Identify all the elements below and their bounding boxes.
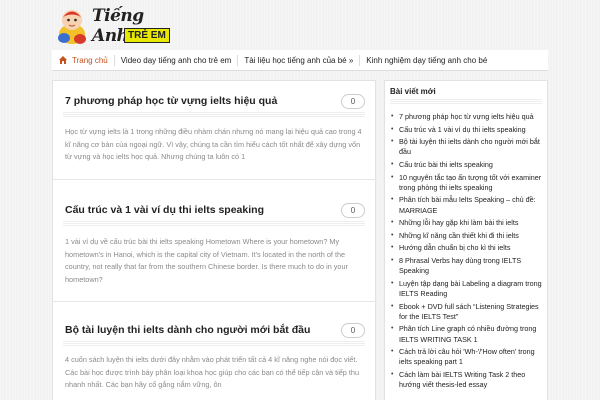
post-excerpt: Học từ vựng ielts là 1 trong những điều … [65,127,362,161]
widget-divider [390,99,542,104]
nav-materials[interactable]: Tài liệu học tiếng anh của bé » [238,50,359,70]
post-title[interactable]: Cấu trúc và 1 vài ví dụ thi ielts speaki… [65,204,264,216]
post-separator [53,179,377,180]
post-divider [63,111,365,117]
post-divider [63,340,365,346]
home-icon [59,56,67,64]
nav-video[interactable]: Video dạy tiếng anh cho trẻ em [115,50,238,70]
main-navigation: Trang chủ Video dạy tiếng anh cho trẻ em… [52,50,548,71]
comment-count-badge[interactable]: 0 [341,323,365,338]
recent-post-link[interactable]: Những lỗi hay gặp khi làm bài thi ielts [391,218,545,228]
comment-count-badge[interactable]: 0 [341,94,365,109]
post-divider [63,220,365,226]
recent-post-link[interactable]: Cách trả lời câu hỏi 'Wh-'/'How often' t… [391,347,545,367]
recent-post-link[interactable]: Luyện tập dạng bài Labeling a diagram tr… [391,279,545,299]
nav-home-label: Trang chủ [72,55,108,65]
recent-post-link[interactable]: Cấu trúc bài thi ielts speaking [391,160,545,170]
post-excerpt: 1 vài ví dụ về cấu trúc bài thi ielts sp… [65,237,348,284]
nav-home[interactable]: Trang chủ [52,50,114,70]
recent-post-link[interactable]: Ebook + DVD full sách “Listening Strateg… [391,302,545,322]
nav-materials-label: Tài liệu học tiếng anh của bé » [244,55,354,65]
post-title[interactable]: 7 phương pháp học từ vựng ielts hiệu quả [65,95,277,107]
sidebar-recent-posts: Bài viết mới 7 phương pháp học từ vựng i… [384,80,548,400]
site-logo[interactable]: Tiếng Anh TRẺ EM [52,4,182,46]
recent-post-link[interactable]: Cấu trúc và 1 vài ví dụ thi ielts speaki… [391,125,545,135]
post-separator [53,301,377,302]
post-excerpt: 4 cuốn sách luyện thi ielts dưới đây nhằ… [65,355,360,389]
comment-count-badge[interactable]: 0 [341,203,365,218]
recent-post-link[interactable]: 8 Phrasal Verbs hay dùng trong IELTS Spe… [391,256,545,276]
baby-mascot-icon [58,10,86,44]
widget-title: Bài viết mới [390,87,436,96]
recent-post-link[interactable]: 7 phương pháp học từ vựng ielts hiệu quả [391,112,545,122]
nav-experience[interactable]: Kinh nghiệm dạy tiếng anh cho bé [360,50,493,70]
logo-badge: TRẺ EM [124,28,170,43]
recent-post-link[interactable]: Cách làm bài IELTS Writing Task 2 theo h… [391,370,545,390]
recent-post-link[interactable]: Những kĩ năng cần thiết khi đi thi ielts [391,231,545,241]
nav-experience-label: Kinh nghiệm dạy tiếng anh cho bé [366,55,488,65]
recent-post-link[interactable]: Hướng dẫn chuẩn bị cho kì thi ielts [391,243,545,253]
post-list: 7 phương pháp học từ vựng ielts hiệu quả… [52,80,377,400]
post-title[interactable]: Bộ tài luyện thi ielts dành cho người mớ… [65,324,310,336]
recent-post-link[interactable]: Phân tích bài mẫu Ielts Speaking – chủ đ… [391,195,545,215]
recent-post-link[interactable]: 10 nguyên tắc tạo ấn tượng tốt với exami… [391,173,545,193]
recent-post-link[interactable]: Bộ tài luyện thi ielts dành cho người mớ… [391,137,545,157]
nav-video-label: Video dạy tiếng anh cho trẻ em [120,55,232,65]
recent-post-link[interactable]: Phân tích Line graph có nhiều đường tron… [391,324,545,344]
recent-posts-list: 7 phương pháp học từ vựng ielts hiệu quả… [391,112,545,393]
